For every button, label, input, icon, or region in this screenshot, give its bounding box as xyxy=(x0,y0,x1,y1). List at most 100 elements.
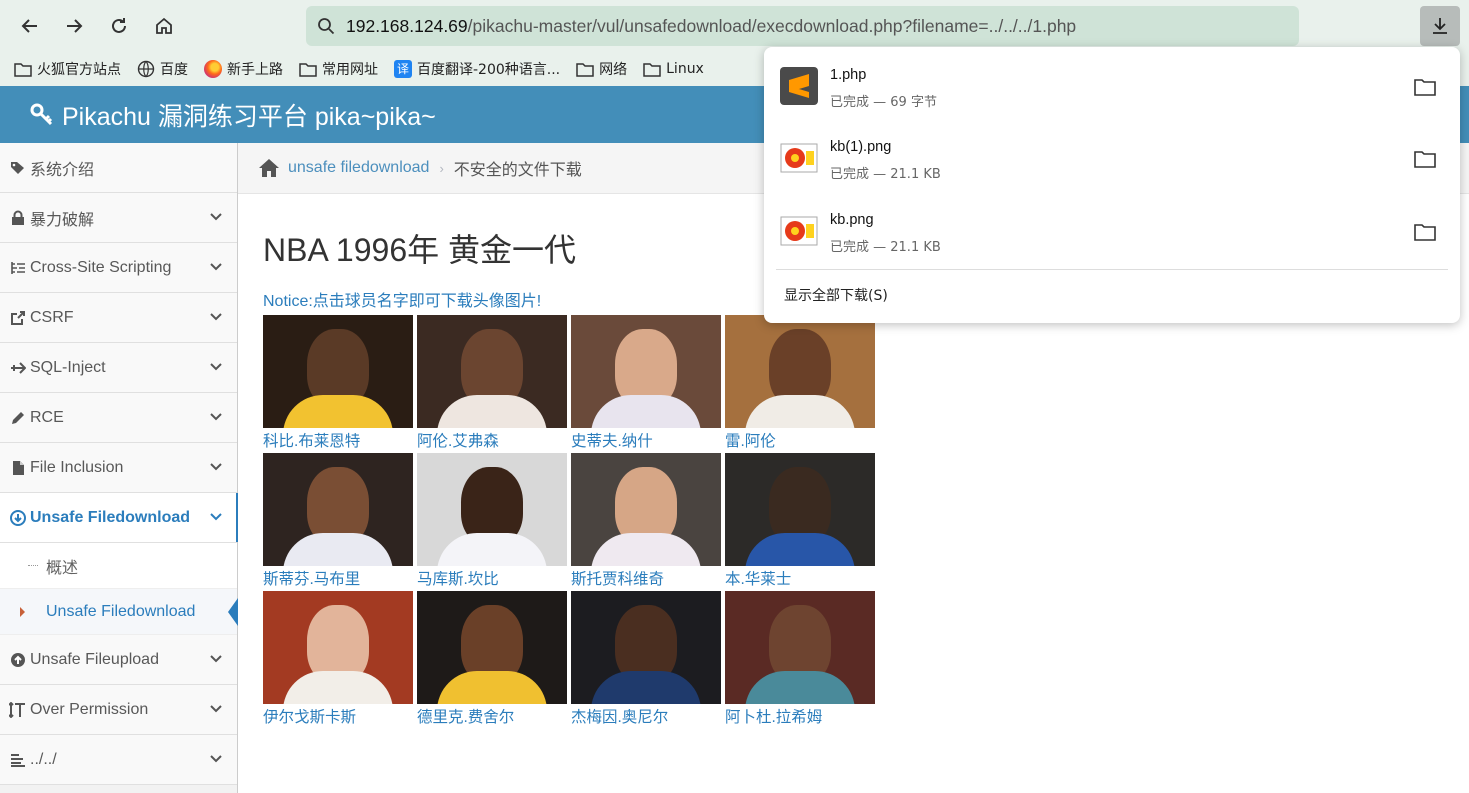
bookmark-label: Linux xyxy=(666,61,704,77)
lock-icon xyxy=(8,210,28,226)
player-name-link[interactable]: 科比.布莱恩特 xyxy=(263,429,417,451)
show-all-downloads-button[interactable]: 显示全部下载(S) xyxy=(784,285,888,305)
home-button[interactable] xyxy=(148,10,180,42)
player-name-link[interactable]: 雷.阿伦 xyxy=(725,429,879,451)
folder-icon[interactable] xyxy=(1414,77,1436,97)
player-card: 史蒂夫.纳什 xyxy=(571,315,725,453)
bookmark-item[interactable]: Linux xyxy=(643,61,704,77)
sidebar-item-label: 暴力破解 xyxy=(30,211,95,229)
player-name-link[interactable]: 杰梅因.奥尼尔 xyxy=(571,705,725,727)
breadcrumb-link[interactable]: unsafe filedownload xyxy=(288,159,429,177)
sidebar-item-label: ../../ xyxy=(30,750,57,768)
sidebar-item-label: Unsafe Fileupload xyxy=(30,650,159,668)
downloads-button[interactable] xyxy=(1420,6,1460,46)
chevron-down-icon xyxy=(210,513,222,521)
sidebar-item-label: Over Permission xyxy=(30,700,149,718)
download-item[interactable]: kb.png 已完成 — 21.1 KB xyxy=(764,192,1460,262)
sidebar-item-xss[interactable]: Cross-Site Scripting xyxy=(0,243,237,293)
sidebar-item-label: SQL-Inject xyxy=(30,358,106,376)
sidebar-item-unsafe-filedownload[interactable]: Unsafe Filedownload xyxy=(0,493,238,543)
sidebar-subitem-unsafe-filedownload[interactable]: Unsafe Filedownload xyxy=(0,589,238,635)
file-icon xyxy=(8,460,28,476)
url-host: 192.168.124.69 xyxy=(346,15,468,36)
player-card: 阿伦.艾弗森 xyxy=(417,315,571,453)
download-item[interactable]: 1.php 已完成 — 69 字节 xyxy=(764,47,1460,117)
player-name-link[interactable]: 斯托贾科维奇 xyxy=(571,567,725,589)
sidebar-item-intro[interactable]: 系统介绍 xyxy=(0,143,237,193)
downloads-divider xyxy=(776,269,1448,270)
player-photo xyxy=(571,453,721,566)
player-card: 斯托贾科维奇 xyxy=(571,453,725,591)
chevron-down-icon xyxy=(210,263,222,271)
download-circle-icon xyxy=(8,509,28,526)
sidebar-item-sqli[interactable]: SQL-Inject xyxy=(0,343,237,393)
arrow-left-icon xyxy=(21,19,37,33)
sidebar-item-rce[interactable]: RCE xyxy=(0,393,237,443)
breadcrumb-separator-icon: › xyxy=(439,160,444,176)
download-item[interactable]: kb(1).png 已完成 — 21.1 KB xyxy=(764,119,1460,189)
bookmark-item[interactable]: 译 百度翻译-200种语言... xyxy=(394,59,560,79)
firefox-icon xyxy=(204,60,222,78)
bookmark-item[interactable]: 常用网址 xyxy=(299,59,378,79)
sidebar-item-over-permission[interactable]: Over Permission xyxy=(0,685,237,735)
sidebar-item-bruteforce[interactable]: 暴力破解 xyxy=(0,193,237,243)
browser-toolbar: 192.168.124.69/pikachu-master/vul/unsafe… xyxy=(0,0,1469,52)
sidebar-item-label: File Inclusion xyxy=(30,458,124,476)
bookmark-label: 网络 xyxy=(599,62,628,78)
player-photo xyxy=(725,453,875,566)
share-square-icon xyxy=(8,310,28,326)
upload-circle-icon xyxy=(8,652,28,668)
chevron-down-icon xyxy=(210,655,222,663)
key-icon xyxy=(30,103,53,125)
folder-icon[interactable] xyxy=(1414,222,1436,242)
player-name-link[interactable]: 伊尔戈斯卡斯 xyxy=(263,705,417,727)
player-photo xyxy=(263,453,413,566)
player-photo xyxy=(263,315,413,428)
bookmark-label: 常用网址 xyxy=(322,62,378,78)
sidebar-item-unsafe-fileupload[interactable]: Unsafe Fileupload xyxy=(0,635,237,685)
forward-button[interactable] xyxy=(58,10,90,42)
url-path: /pikachu-master/vul/unsafedownload/execd… xyxy=(467,15,1077,36)
player-name-link[interactable]: 斯蒂芬.马布里 xyxy=(263,567,417,589)
reload-button[interactable] xyxy=(103,10,135,42)
sidebar-subitem-overview[interactable]: 概述 xyxy=(0,543,237,589)
back-button[interactable] xyxy=(14,10,46,42)
bookmark-item[interactable]: 新手上路 xyxy=(204,59,283,79)
tags-icon xyxy=(8,161,28,175)
player-name-link[interactable]: 阿卜杜.拉希姆 xyxy=(725,705,879,727)
player-photo xyxy=(725,591,875,704)
download-filename: kb.png xyxy=(830,212,874,228)
sidebar-subitem-label: Unsafe Filedownload xyxy=(46,602,196,620)
player-card: 本.华莱士 xyxy=(725,453,879,591)
download-icon xyxy=(1433,18,1447,34)
player-name-link[interactable]: 本.华莱士 xyxy=(725,567,879,589)
sidebar-item-file-inclusion[interactable]: File Inclusion xyxy=(0,443,237,493)
align-left-icon xyxy=(8,753,28,767)
player-name-link[interactable]: 阿伦.艾弗森 xyxy=(417,429,571,451)
chevron-down-icon xyxy=(210,363,222,371)
address-bar[interactable]: 192.168.124.69/pikachu-master/vul/unsafe… xyxy=(306,6,1299,46)
player-card: 马库斯.坎比 xyxy=(417,453,571,591)
text-height-icon xyxy=(8,701,28,718)
folder-icon xyxy=(576,63,594,77)
player-card: 科比.布莱恩特 xyxy=(263,315,417,453)
player-card: 杰梅因.奥尼尔 xyxy=(571,591,725,729)
bookmark-item[interactable]: 百度 xyxy=(137,59,188,79)
player-name-link[interactable]: 马库斯.坎比 xyxy=(417,567,571,589)
bookmark-item[interactable]: 火狐官方站点 xyxy=(14,59,121,79)
player-name-link[interactable]: 德里克.费舍尔 xyxy=(417,705,571,727)
chevron-down-icon xyxy=(210,755,222,763)
folder-icon xyxy=(643,63,661,77)
chevron-down-icon xyxy=(210,705,222,713)
download-status: 已完成 — 21.1 KB xyxy=(830,240,941,255)
app-title: Pikachu 漏洞练习平台 pika~pika~ xyxy=(62,102,436,131)
sidebar-item-dir-traversal[interactable]: ../../ xyxy=(0,735,237,785)
player-photo xyxy=(571,591,721,704)
bookmark-label: 百度 xyxy=(160,62,188,78)
player-name-link[interactable]: 史蒂夫.纳什 xyxy=(571,429,725,451)
sidebar-item-csrf[interactable]: CSRF xyxy=(0,293,237,343)
bookmark-item[interactable]: 网络 xyxy=(576,59,627,79)
folder-icon[interactable] xyxy=(1414,149,1436,169)
downloads-panel: 1.php 已完成 — 69 字节 kb(1).png 已完成 — 21.1 K… xyxy=(764,47,1460,323)
translate-icon: 译 xyxy=(394,60,412,78)
